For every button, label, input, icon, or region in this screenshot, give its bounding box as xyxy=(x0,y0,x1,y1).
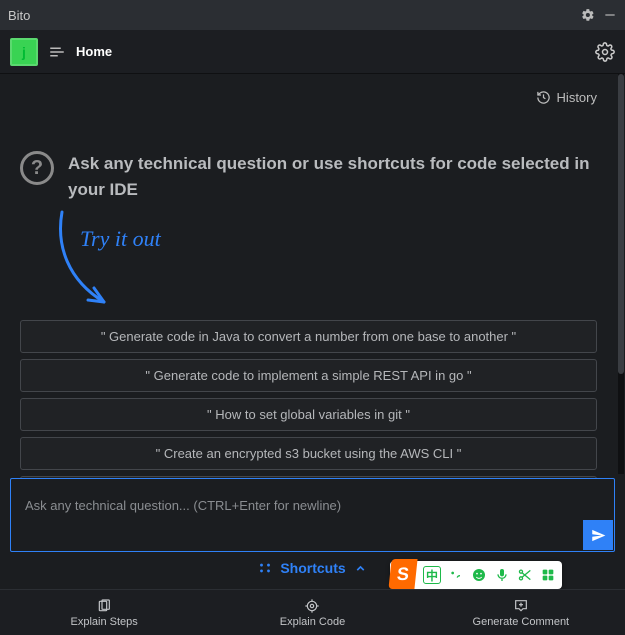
scrollbar-thumb[interactable] xyxy=(618,74,624,374)
menu-icon[interactable] xyxy=(48,43,66,61)
target-icon xyxy=(304,598,320,614)
home-label[interactable]: Home xyxy=(76,44,112,59)
tab-explain-code[interactable]: Explain Code xyxy=(208,590,416,635)
send-icon xyxy=(591,528,606,543)
hero-prompt: Ask any technical question or use shortc… xyxy=(68,151,597,202)
gear-icon[interactable] xyxy=(595,42,615,62)
scrollbar[interactable] xyxy=(618,74,624,474)
window-title: Bito xyxy=(8,8,30,23)
suggestion-item[interactable]: " Create an encrypted s3 bucket using th… xyxy=(20,437,597,470)
send-button[interactable] xyxy=(583,520,613,550)
chat-input[interactable] xyxy=(11,479,614,519)
tab-label: Generate Comment xyxy=(473,616,570,628)
ime-logo-icon[interactable]: S xyxy=(388,559,417,589)
ime-toolbar[interactable]: S 中 xyxy=(390,561,562,589)
bottom-tab-bar: Explain Steps Explain Code Generate Comm… xyxy=(0,589,625,635)
arrow-icon xyxy=(50,206,122,316)
titlebar-settings-icon[interactable] xyxy=(581,8,595,22)
try-it-text: Try it out xyxy=(80,226,161,252)
tab-generate-comment[interactable]: Generate Comment xyxy=(417,590,625,635)
layers-icon xyxy=(96,598,112,614)
top-bar: j Home xyxy=(0,30,625,74)
tab-label: Explain Steps xyxy=(71,616,138,628)
suggestion-item[interactable]: " Generate code in Java to convert a num… xyxy=(20,320,597,353)
try-it-callout: Try it out xyxy=(20,206,597,316)
ime-emoji-icon[interactable] xyxy=(471,567,487,583)
chat-input-area xyxy=(10,478,615,552)
ime-grid-icon[interactable] xyxy=(540,567,556,583)
chevron-up-icon xyxy=(354,562,367,575)
suggestion-item[interactable]: " How to set global variables in git " xyxy=(20,398,597,431)
hero-section: ? Ask any technical question or use shor… xyxy=(20,151,597,202)
history-label: History xyxy=(557,90,597,105)
ime-scissors-icon[interactable] xyxy=(517,567,533,583)
tab-explain-steps[interactable]: Explain Steps xyxy=(0,590,208,635)
avatar[interactable]: j xyxy=(10,38,38,66)
shortcuts-dots-icon xyxy=(258,561,272,575)
comment-icon xyxy=(513,598,529,614)
tab-label: Explain Code xyxy=(280,616,345,628)
shortcuts-label: Shortcuts xyxy=(280,560,345,576)
titlebar-minimize-icon[interactable] xyxy=(603,8,617,22)
ime-lang-icon[interactable]: 中 xyxy=(423,566,441,584)
suggestion-item[interactable]: " Generate code to implement a simple RE… xyxy=(20,359,597,392)
ime-punct-icon[interactable] xyxy=(448,567,464,583)
suggestion-list: " Generate code in Java to convert a num… xyxy=(20,320,597,494)
ime-mic-icon[interactable] xyxy=(494,567,510,583)
history-button[interactable]: History xyxy=(20,90,597,105)
avatar-initial: j xyxy=(22,44,26,60)
title-bar: Bito xyxy=(0,0,625,30)
question-icon: ? xyxy=(20,151,54,185)
